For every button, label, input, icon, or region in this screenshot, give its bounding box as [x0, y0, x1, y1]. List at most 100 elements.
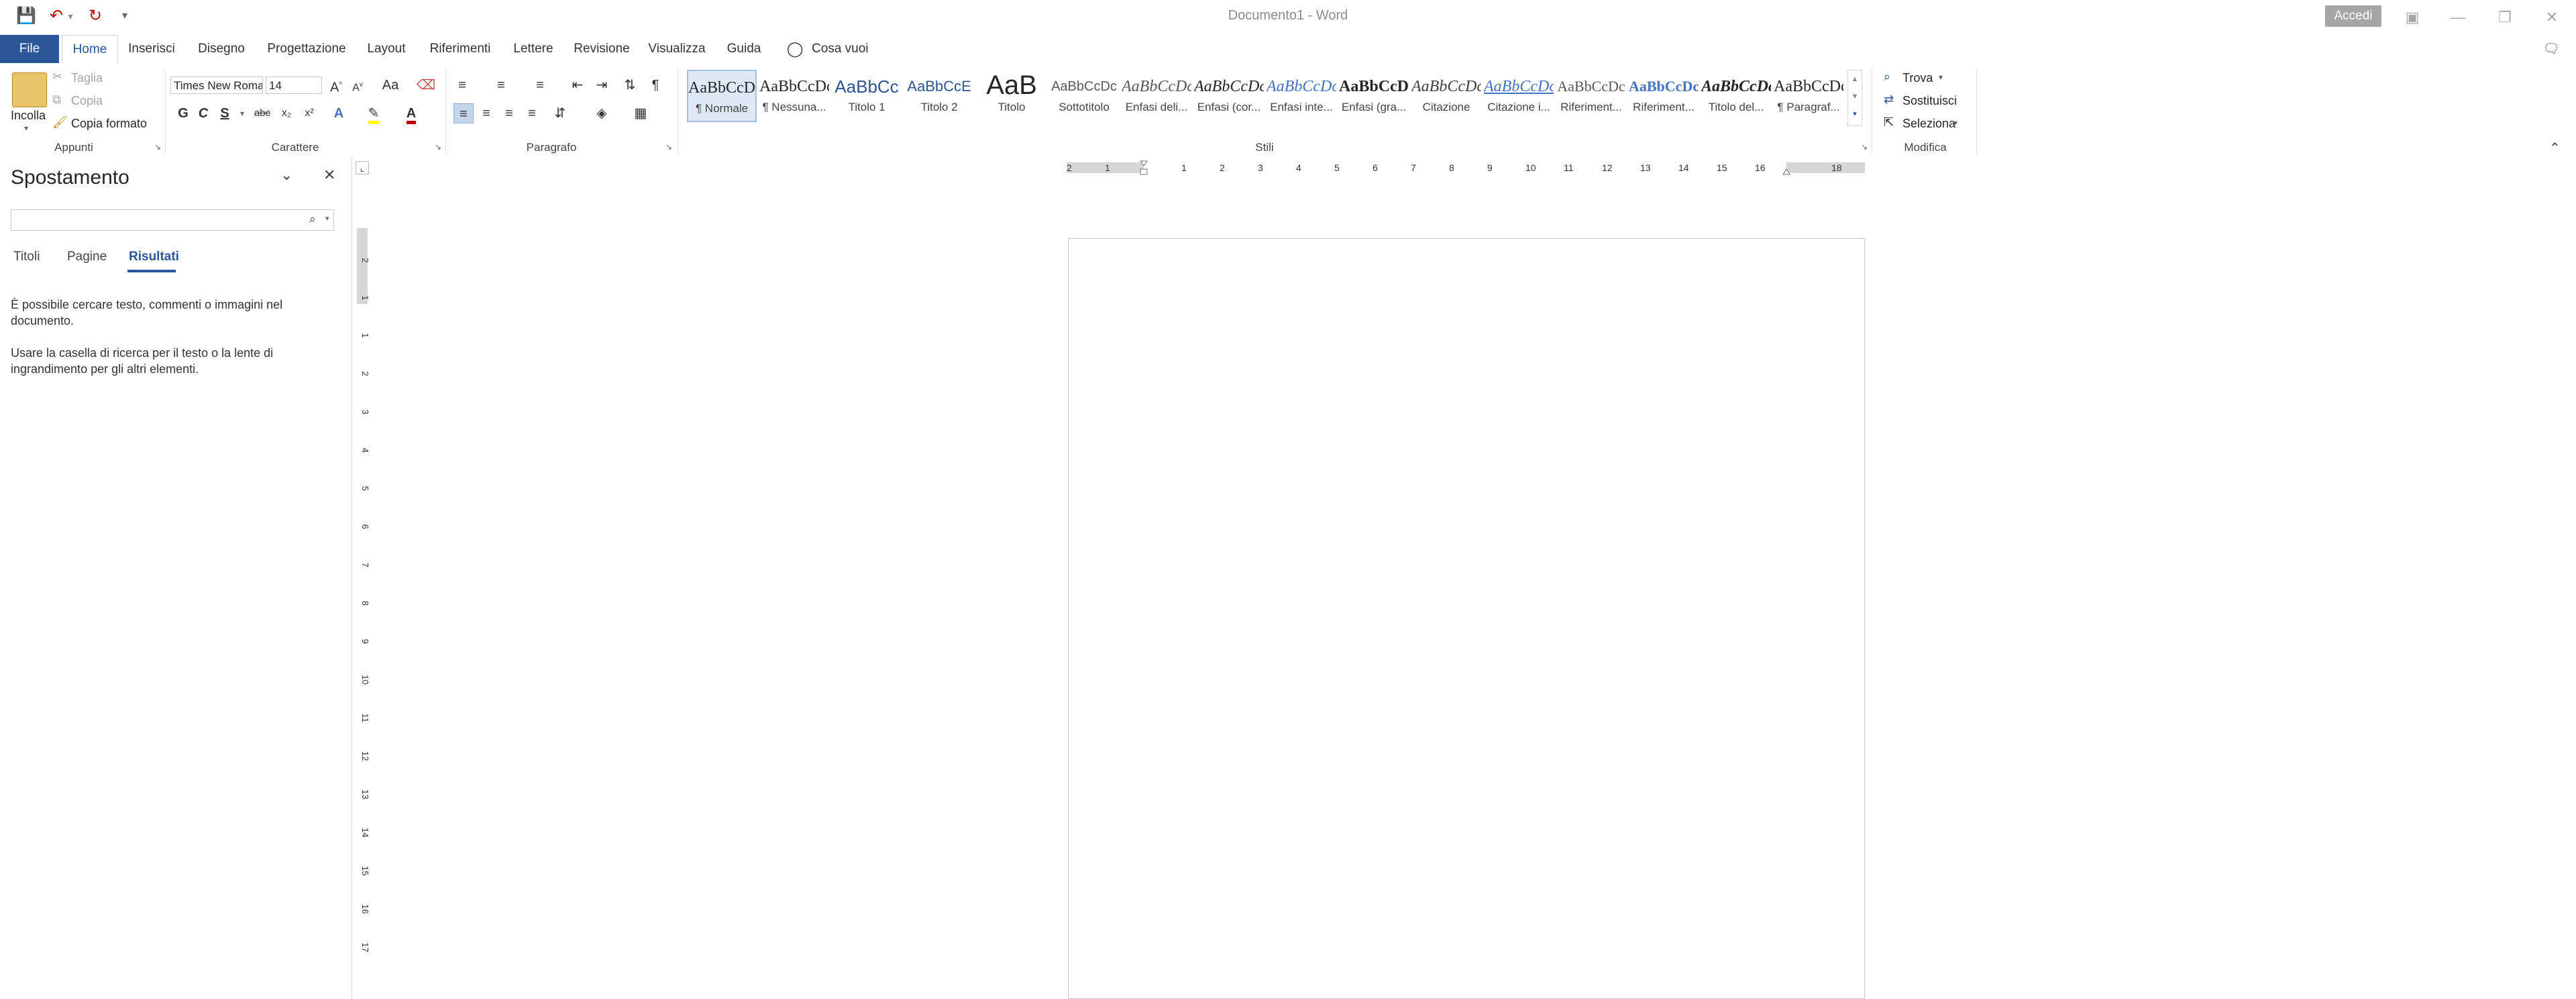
style-subtitle[interactable]: AaBbCcDc Sottotitolo: [1049, 70, 1119, 122]
tab-file[interactable]: File: [0, 35, 59, 63]
search-dropdown-icon[interactable]: ▾: [325, 214, 329, 223]
bold-icon[interactable]: G: [173, 103, 193, 123]
restore-icon[interactable]: ❐: [2491, 5, 2518, 30]
cut-button[interactable]: Taglia: [71, 71, 103, 85]
nav-tab-results[interactable]: Risultati: [129, 250, 179, 264]
style-heading-2[interactable]: AaBbCcE Titolo 2: [904, 70, 974, 122]
gallery-down-icon[interactable]: ▼: [1848, 88, 1862, 105]
horizontal-ruler[interactable]: 2 1 1 2 3 4 5 6 7 8 9 10 11 12 13 14 15 16 18: [1067, 160, 1865, 176]
grow-font-icon[interactable]: A^: [326, 75, 346, 95]
show-paragraph-marks-icon[interactable]: ¶: [645, 75, 665, 95]
find-icon: ⌕: [1884, 70, 1891, 83]
italic-icon[interactable]: C: [193, 103, 213, 123]
decrease-indent-icon[interactable]: ⇤: [568, 75, 588, 95]
style-no-spacing[interactable]: AaBbCcDc ¶ Nessuna...: [759, 70, 829, 122]
minimize-icon[interactable]: —: [2445, 5, 2471, 30]
tab-home[interactable]: Home: [62, 35, 118, 64]
signin-button[interactable]: Accedi: [2325, 5, 2381, 27]
style-title[interactable]: AaB Titolo: [977, 70, 1046, 122]
style-strong[interactable]: AaBbCcDc Enfasi (gra...: [1339, 70, 1409, 122]
style-name: Enfasi (cor...: [1197, 101, 1261, 113]
borders-icon[interactable]: ▦: [631, 103, 651, 123]
search-icon[interactable]: ⌕: [309, 213, 316, 226]
highlight-color-icon[interactable]: ✎: [364, 103, 384, 124]
superscript-icon[interactable]: x²: [299, 103, 319, 123]
style-heading-1[interactable]: AaBbCc Titolo 1: [832, 70, 902, 122]
paste-dropdown-icon[interactable]: ▾: [24, 123, 28, 133]
font-family-field[interactable]: Times New Roman: [170, 76, 263, 94]
vertical-ruler[interactable]: 211234567891011121314151617: [354, 228, 370, 999]
gallery-more-icon[interactable]: ▾: [1848, 105, 1862, 123]
nav-tab-pages[interactable]: Pagine: [67, 250, 107, 264]
paste-button[interactable]: Incolla: [11, 109, 46, 123]
nav-search-input[interactable]: ⌕ ▾: [11, 209, 334, 231]
tab-review[interactable]: Revisione: [572, 35, 632, 63]
format-painter-button[interactable]: Copia formato: [71, 117, 147, 131]
line-spacing-icon[interactable]: ⇵: [550, 103, 570, 123]
text-effects-icon[interactable]: A: [329, 103, 349, 123]
style-intense-reference[interactable]: AaBbCcDc Riferiment...: [1629, 70, 1699, 122]
tab-insert[interactable]: Inserisci: [125, 35, 178, 63]
select-button[interactable]: Seleziona: [1902, 117, 1955, 131]
styles-dialog-launcher-icon[interactable]: ↘: [1860, 142, 1869, 152]
underline-dropdown-icon[interactable]: ▾: [232, 103, 252, 123]
tell-me-search[interactable]: Cosa vuoi fare?: [812, 35, 899, 84]
tab-design[interactable]: Progettazione: [266, 35, 347, 63]
shrink-font-icon[interactable]: Av: [347, 75, 368, 95]
copy-button[interactable]: Copia: [71, 94, 103, 108]
collapse-ribbon-icon[interactable]: ⌃: [2549, 140, 2561, 156]
clear-formatting-icon[interactable]: ⌫: [416, 75, 436, 95]
align-right-icon[interactable]: ≡: [499, 103, 519, 123]
find-dropdown-icon[interactable]: ▾: [1939, 72, 1943, 82]
numbering-icon[interactable]: ≡: [491, 75, 511, 95]
gallery-up-icon[interactable]: ▲: [1848, 70, 1862, 88]
style-intense-emphasis[interactable]: AaBbCcDc Enfasi inte...: [1267, 70, 1336, 122]
nav-pane-options-icon[interactable]: ⌄: [280, 166, 292, 184]
document-page[interactable]: [1068, 238, 1865, 999]
ruler-tick-label: 16: [360, 904, 370, 914]
copy-icon: ⧉: [52, 93, 61, 106]
style-list-paragraph[interactable]: AaBbCcDc ¶ Paragraf...: [1774, 70, 1843, 122]
style-emphasis[interactable]: AaBbCcDc Enfasi (cor...: [1194, 70, 1264, 122]
change-case-icon[interactable]: Aa: [376, 75, 405, 95]
style-intense-quote[interactable]: AaBbCcDc Citazione i...: [1484, 70, 1554, 122]
tab-draw[interactable]: Disegno: [193, 35, 250, 63]
comments-icon[interactable]: 🗨: [2541, 35, 2561, 63]
align-center-icon[interactable]: ≡: [476, 103, 496, 123]
style-normal[interactable]: AaBbCcDc ¶ Normale: [687, 70, 757, 122]
paragraph-dialog-launcher-icon[interactable]: ↘: [664, 142, 674, 152]
ribbon-display-options-icon[interactable]: ▣: [2399, 5, 2426, 30]
nav-tab-headings[interactable]: Titoli: [13, 250, 40, 264]
tab-help[interactable]: Guida: [723, 35, 765, 63]
style-quote[interactable]: AaBbCcDc Citazione: [1411, 70, 1481, 122]
bullets-icon[interactable]: ≡: [452, 75, 472, 95]
increase-indent-icon[interactable]: ⇥: [592, 75, 612, 95]
paste-icon[interactable]: [12, 72, 47, 107]
style-subtle-emphasis[interactable]: AaBbCcDc Enfasi deli...: [1122, 70, 1191, 122]
subscript-icon[interactable]: x₂: [276, 103, 297, 123]
font-color-icon[interactable]: A: [401, 103, 421, 124]
clipboard-dialog-launcher-icon[interactable]: ↘: [153, 142, 162, 152]
close-icon[interactable]: ✕: [323, 166, 335, 184]
strikethrough-icon[interactable]: abc: [252, 103, 272, 123]
justify-icon[interactable]: ≡: [522, 103, 542, 123]
select-dropdown-icon[interactable]: ▾: [1953, 118, 1957, 127]
style-subtle-reference[interactable]: AaBbCcDc Riferiment...: [1556, 70, 1626, 122]
font-group-label: Carattere: [271, 141, 319, 154]
font-dialog-launcher-icon[interactable]: ↘: [433, 142, 443, 152]
align-left-icon[interactable]: ≡: [453, 103, 474, 123]
style-book-title[interactable]: AaBbCcDc Titolo del...: [1701, 70, 1771, 122]
sort-icon[interactable]: ⇅: [620, 75, 640, 95]
tab-view[interactable]: Visualizza: [647, 35, 707, 63]
tab-selector-icon[interactable]: ⌞: [356, 161, 369, 174]
tab-mailings[interactable]: Lettere: [511, 35, 555, 63]
replace-button[interactable]: Sostituisci: [1902, 94, 1957, 108]
tab-references[interactable]: Riferimenti: [425, 35, 495, 63]
shading-icon[interactable]: ◈: [592, 103, 612, 123]
styles-gallery-scroll[interactable]: ▲ ▼ ▾: [1847, 70, 1862, 126]
multilevel-list-icon[interactable]: ≡: [530, 75, 550, 95]
tab-layout[interactable]: Layout: [365, 35, 408, 63]
close-window-icon[interactable]: ✕: [2538, 5, 2565, 30]
font-size-field[interactable]: 14: [266, 76, 322, 94]
find-button[interactable]: Trova: [1902, 71, 1933, 85]
